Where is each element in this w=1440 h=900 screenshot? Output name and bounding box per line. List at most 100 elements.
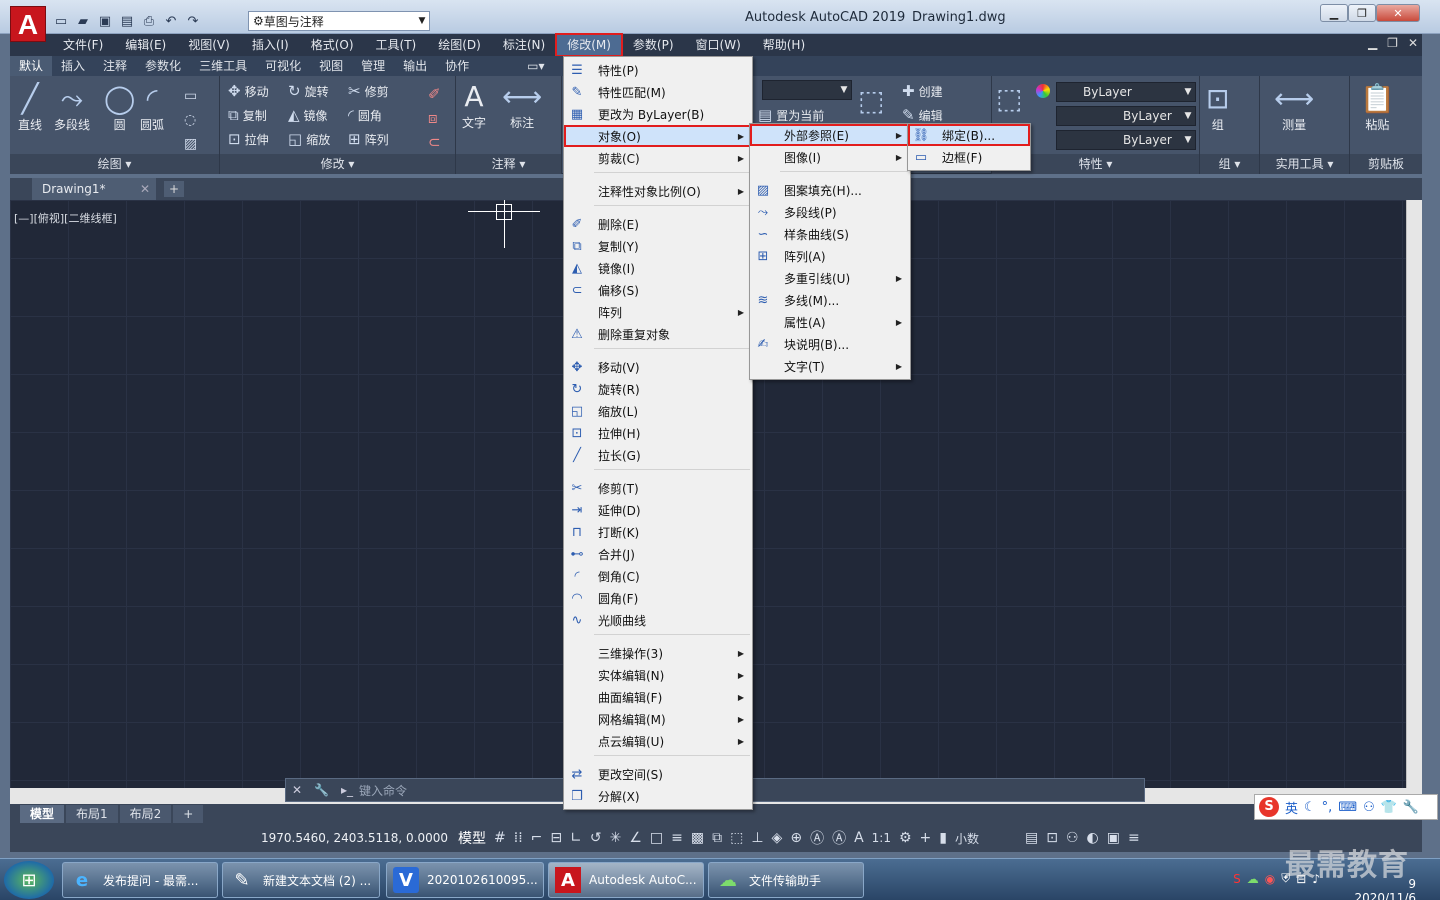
text-tool[interactable]: A 文字 — [462, 80, 486, 131]
array-tool[interactable]: ⊞ 阵列 — [348, 130, 389, 148]
new-tab-icon[interactable]: + — [164, 181, 184, 197]
object-menu-item-9[interactable]: 属性(A) ▶ — [750, 311, 910, 333]
modify-menu-item-32[interactable]: 网格编辑(M) ▶ — [564, 708, 752, 730]
color-wheel-icon[interactable] — [1036, 84, 1050, 98]
wrench-icon[interactable]: 🔧 — [308, 783, 335, 797]
panel-utilities-label[interactable]: 实用工具 ▾ — [1260, 154, 1349, 174]
modify-menu-item-16[interactable]: ↻ 旋转(R) — [564, 378, 752, 400]
menu-view[interactable]: 视图(V) — [177, 34, 241, 56]
annotation-monitor-icon[interactable]: + — [916, 830, 936, 846]
modify-menu-item-12[interactable]: 阵列 ▶ — [564, 301, 752, 323]
redo-icon[interactable]: ↷ — [184, 12, 202, 30]
modify-menu-item-21[interactable]: ✂ 修剪(T) — [564, 477, 752, 499]
menu-edit[interactable]: 编辑(E) — [114, 34, 177, 56]
start-button[interactable]: ⊞ — [4, 861, 54, 899]
transparency-icon[interactable]: ▩ — [687, 830, 708, 846]
menu-format[interactable]: 格式(O) — [300, 34, 365, 56]
ime-toolbar[interactable]: S 英 ☾ °, ⌨ ⚇ 👕 🔧 — [1254, 794, 1438, 820]
vertical-scrollbar[interactable] — [1406, 200, 1422, 788]
customization-icon[interactable]: ≡ — [1124, 830, 1144, 846]
ribbon-toggle-icon[interactable]: ▭▾ — [518, 56, 553, 76]
maximize-button[interactable]: ❐ — [1348, 4, 1376, 22]
polyline-tool[interactable]: ⤳ 多段线 — [54, 82, 90, 133]
workspace-dropdown[interactable]: ⚙ 草图与注释 ▼ — [248, 11, 430, 31]
menu-modify[interactable]: 修改(M) — [555, 33, 623, 57]
annotation-visibility-icon[interactable]: Ⓐ — [806, 828, 828, 848]
copy-tool[interactable]: ⧉ 复制 — [228, 106, 267, 124]
selection-filter-icon[interactable]: ◈ — [768, 830, 787, 846]
trim-tool[interactable]: ✂ 修剪 — [348, 82, 389, 100]
units-value[interactable]: 小数 — [951, 830, 1021, 847]
object-menu-item-5[interactable]: ∽ 样条曲线(S) — [750, 223, 910, 245]
modify-menu-item-36[interactable]: ❒ 分解(X) — [564, 785, 752, 807]
tab-manage[interactable]: 管理 — [352, 56, 394, 76]
mirror-tool[interactable]: ◭ 镜像 — [288, 106, 328, 124]
minimize-button[interactable]: ▁ — [1320, 4, 1348, 22]
rotate-tool[interactable]: ↻ 旋转 — [288, 82, 329, 100]
annotation-scale-value[interactable]: 1:1 — [868, 831, 895, 845]
object-menu-item-11[interactable]: 文字(T) ▶ — [750, 355, 910, 377]
tab-collaborate[interactable]: 协作 — [436, 56, 478, 76]
object-snap-icon[interactable]: □ — [646, 830, 667, 846]
new-file-icon[interactable]: ▭ — [52, 12, 70, 30]
lineweight-bylayer-dropdown[interactable]: ByLayer ▼ — [1056, 130, 1196, 150]
modify-menu-item-9[interactable]: ⧉ 复制(Y) — [564, 235, 752, 257]
set-current-tool[interactable]: ▤ 置为当前 — [758, 106, 824, 124]
tab-output[interactable]: 输出 — [394, 56, 436, 76]
document-tab[interactable]: Drawing1* ✕ — [32, 178, 156, 200]
color-bylayer-dropdown[interactable]: ByLayer ▼ — [1056, 82, 1196, 102]
mdi-close-icon[interactable]: ✕ — [1408, 36, 1418, 50]
model-space-button[interactable]: 模型 — [454, 828, 490, 848]
close-command-icon[interactable]: ✕ — [286, 783, 308, 797]
gizmo-icon[interactable]: ⊕ — [786, 830, 806, 846]
taskbar-item-notepad[interactable]: ✎ 新建文本文档 (2) ... — [222, 862, 380, 898]
modify-menu-item-2[interactable]: ▦ 更改为 ByLayer(B) — [564, 103, 752, 125]
moon-icon[interactable]: ☾ — [1304, 800, 1316, 815]
mdi-minimize-icon[interactable]: ▁ — [1368, 36, 1377, 50]
modify-menu-item-23[interactable]: ⊓ 打断(K) — [564, 521, 752, 543]
tab-default[interactable]: 默认 — [10, 56, 53, 76]
modify-menu-item-17[interactable]: ◱ 缩放(L) — [564, 400, 752, 422]
object-snap-tracking-icon[interactable]: ∠ — [625, 830, 646, 846]
snap-icon[interactable]: ⁞⁞ — [510, 830, 527, 846]
group-tool[interactable]: ⊡ 组 — [1206, 82, 1229, 133]
panel-groups-label[interactable]: 组 ▾ — [1200, 154, 1259, 174]
command-input[interactable]: 键入命令 — [359, 782, 407, 799]
tab-visualize[interactable]: 可视化 — [256, 56, 310, 76]
object-menu-item-10[interactable]: ✍ 块说明(B)... — [750, 333, 910, 355]
ortho-icon[interactable]: ∟ — [566, 830, 586, 846]
modify-menu-item-10[interactable]: ◭ 镜像(I) — [564, 257, 752, 279]
menu-window[interactable]: 窗口(W) — [685, 34, 752, 56]
object-menu-item-4[interactable]: ⤳ 多段线(P) — [750, 201, 910, 223]
modify-menu-item-1[interactable]: ✎ 特性匹配(M) — [564, 81, 752, 103]
tab-layout1[interactable]: 布局1 — [66, 805, 118, 823]
panel-annotate-label[interactable]: 注释 ▾ — [456, 154, 561, 174]
object-menu-item-1[interactable]: 图像(I) ▶ — [750, 146, 910, 168]
taskbar-item-browser[interactable]: e 发布提问 - 最需... — [62, 862, 218, 898]
modify-menu-item-18[interactable]: ⊡ 拉伸(H) — [564, 422, 752, 444]
shirt-icon[interactable]: 👕 — [1381, 800, 1397, 815]
scale-tool[interactable]: ◱ 缩放 — [288, 130, 330, 148]
modify-menu-item-35[interactable]: ⇄ 更改空间(S) — [564, 763, 752, 785]
polar-icon[interactable]: ↺ — [586, 830, 606, 846]
3d-osnap-icon[interactable]: ⬚ — [726, 830, 747, 846]
draw-small-tools[interactable]: ▭ ◌ ▨ — [184, 84, 197, 156]
modify-menu-item-24[interactable]: ⊷ 合并(J) — [564, 543, 752, 565]
selection-cycling-icon[interactable]: ⧉ — [708, 830, 726, 846]
modify-menu-item-15[interactable]: ✥ 移动(V) — [564, 356, 752, 378]
units-icon[interactable]: ▮ — [935, 830, 951, 846]
ime-language[interactable]: 英 — [1285, 798, 1298, 817]
modify-menu-item-25[interactable]: ◜ 倒角(C) — [564, 565, 752, 587]
modify-menu-item-6[interactable]: 注释性对象比例(O) ▶ — [564, 180, 752, 202]
menu-help[interactable]: 帮助(H) — [752, 34, 816, 56]
taskbar-item-document[interactable]: V 2020102610095... — [386, 862, 544, 898]
menu-dimension[interactable]: 标注(N) — [492, 34, 556, 56]
menu-draw[interactable]: 绘图(D) — [427, 34, 492, 56]
taskbar-item-autocad[interactable]: A Autodesk AutoC... — [548, 862, 704, 898]
group-create-tool[interactable]: ✚ 创建 — [902, 82, 943, 100]
quick-properties-icon[interactable]: ▤ — [1021, 830, 1042, 846]
menu-parametric[interactable]: 参数(P) — [622, 34, 685, 56]
stretch-tool[interactable]: ⊡ 拉伸 — [228, 130, 269, 148]
tab-model[interactable]: 模型 — [20, 805, 65, 823]
modify-menu-item-29[interactable]: 三维操作(3) ▶ — [564, 642, 752, 664]
